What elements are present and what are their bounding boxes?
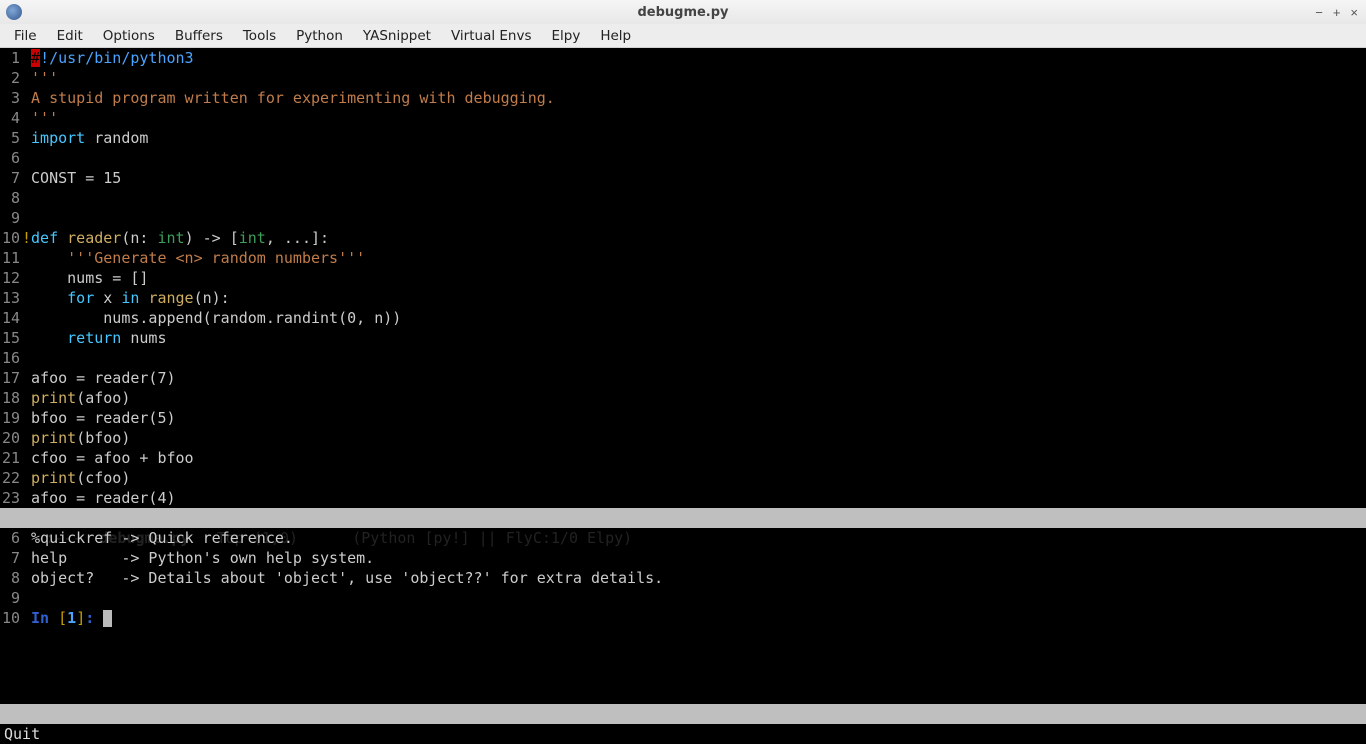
modeline-source: -:--- debugme.py Top (1,0) (Python [py!]… [0, 508, 1366, 528]
minibuffer[interactable]: Quit [0, 724, 1366, 744]
editor-area: 1 2 3 4 5 6 7 8 910111213141516171819202… [0, 48, 1366, 744]
menu-edit[interactable]: Edit [49, 26, 91, 46]
window-minimize-button[interactable]: − [1315, 5, 1323, 20]
menu-buffers[interactable]: Buffers [167, 26, 231, 46]
menu-python[interactable]: Python [288, 26, 351, 46]
window-close-button[interactable]: × [1350, 5, 1358, 20]
menu-virtual-envs[interactable]: Virtual Envs [443, 26, 540, 46]
menu-elpy[interactable]: Elpy [544, 26, 589, 46]
source-pane[interactable]: 1 2 3 4 5 6 7 8 910111213141516171819202… [0, 48, 1366, 508]
text-cursor [103, 610, 112, 627]
menu-yasnippet[interactable]: YASnippet [355, 26, 439, 46]
source-code[interactable]: #!/usr/bin/python3 ''' A stupid program … [22, 48, 555, 508]
menu-help[interactable]: Help [592, 26, 639, 46]
repl-pane[interactable]: 6 7 8 910 %quickref -> Quick reference. … [0, 528, 1366, 704]
window-title: debugme.py [0, 5, 1366, 20]
repl-gutter: 6 7 8 910 [0, 528, 22, 704]
menu-options[interactable]: Options [95, 26, 163, 46]
repl-code[interactable]: %quickref -> Quick reference. help -> Py… [22, 528, 663, 704]
window-buttons: − + × [1315, 5, 1358, 20]
window-titlebar: debugme.py − + × [0, 0, 1366, 24]
modeline-repl: U:**- *Python* Bot (10,8) (Inferior Pyth… [0, 704, 1366, 724]
source-gutter: 1 2 3 4 5 6 7 8 910111213141516171819202… [0, 48, 22, 508]
window-maximize-button[interactable]: + [1333, 5, 1341, 20]
menubar: FileEditOptionsBuffersToolsPythonYASnipp… [0, 24, 1366, 48]
menu-file[interactable]: File [6, 26, 45, 46]
menu-tools[interactable]: Tools [235, 26, 284, 46]
